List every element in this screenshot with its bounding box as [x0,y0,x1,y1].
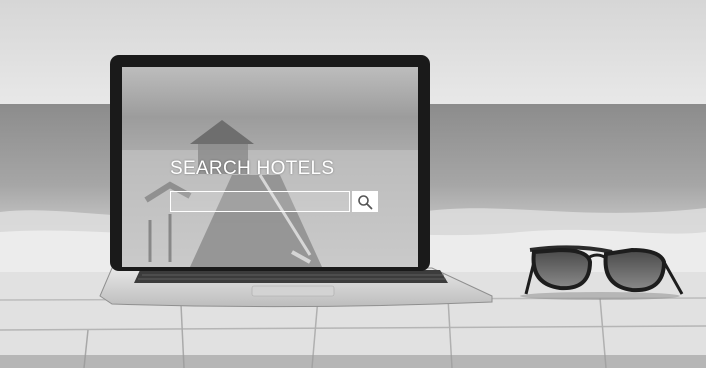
hotel-search-screen: SEARCH HOTELS [122,67,418,267]
search-input[interactable] [170,191,350,212]
magnifier-icon [358,194,373,209]
search-bar [170,191,378,214]
laptop-keyboard [134,270,448,283]
hero-photo: SEARCH HOTELS [0,0,706,368]
laptop-trackpad [251,285,335,297]
search-title: SEARCH HOTELS [170,158,335,179]
search-button[interactable] [352,191,378,212]
